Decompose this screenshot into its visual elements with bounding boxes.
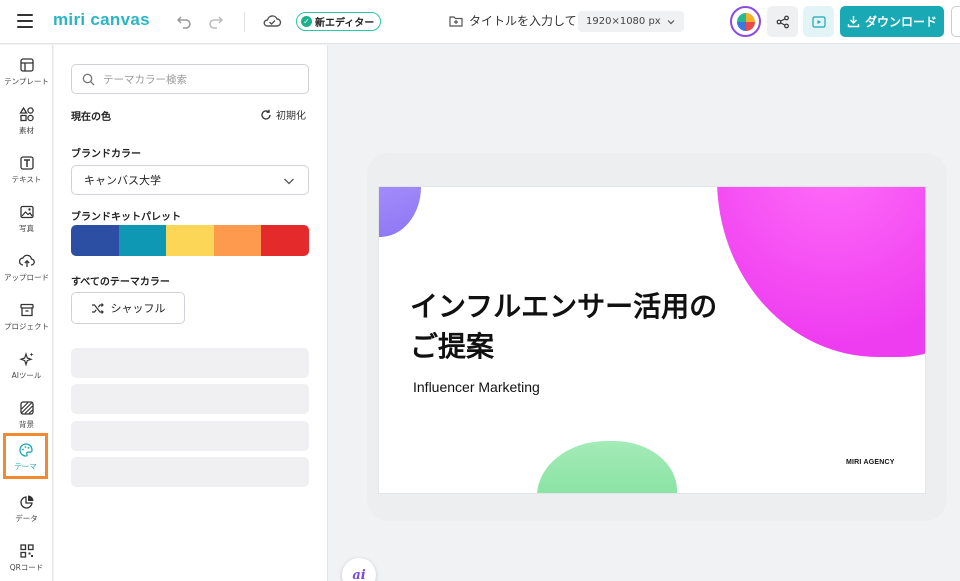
upload-icon bbox=[18, 254, 35, 267]
share-icon bbox=[776, 15, 789, 28]
palette-swatch[interactable] bbox=[118, 225, 167, 256]
reset-label: 初期化 bbox=[276, 111, 306, 122]
canvas-area[interactable]: インフルエンサー活用の ご提案 Influencer Marketing MIR… bbox=[329, 45, 960, 581]
theme-placeholder bbox=[71, 348, 309, 378]
theme-placeholder bbox=[71, 421, 309, 451]
rail-label: 素材 bbox=[19, 126, 34, 135]
rail-label: テキスト bbox=[11, 175, 42, 184]
canvas-size-value: 1920×1080 px bbox=[586, 16, 661, 27]
search-icon bbox=[82, 73, 95, 85]
new-editor-badge[interactable]: ✓ 新エディター bbox=[296, 12, 382, 31]
brand-kit-palette[interactable] bbox=[71, 225, 309, 256]
download-label: ダウンロード bbox=[864, 15, 937, 29]
new-editor-label: 新エディター bbox=[315, 18, 375, 29]
rail-label: アップロード bbox=[4, 273, 49, 282]
brand-color-label: ブランドカラー bbox=[71, 149, 141, 160]
shuffle-button[interactable]: シャッフル bbox=[71, 292, 185, 324]
palette-swatch[interactable] bbox=[71, 225, 119, 256]
ai-assistant-button[interactable]: ai bbox=[342, 558, 376, 581]
download-icon bbox=[847, 16, 860, 28]
slide-title-line: インフルエンサー活用の bbox=[410, 290, 718, 323]
shuffle-icon bbox=[91, 302, 104, 314]
new-editor-icon: ✓ bbox=[301, 16, 312, 27]
theme-placeholder bbox=[71, 384, 309, 414]
rail-item-qr[interactable]: QRコード bbox=[0, 537, 53, 581]
qr-icon bbox=[19, 544, 34, 558]
photo-icon bbox=[19, 205, 34, 219]
download-button[interactable]: ダウンロード bbox=[840, 6, 944, 37]
slide-title-line: ご提案 bbox=[410, 330, 495, 363]
app-logo[interactable]: miri canvas bbox=[53, 10, 150, 30]
chevron-down-icon bbox=[667, 19, 675, 24]
document-title-text: タイトルを入力して… bbox=[469, 14, 589, 28]
template-icon bbox=[19, 58, 34, 72]
rail-label: プロジェクト bbox=[4, 322, 49, 331]
all-theme-colors-label: すべてのテーマカラー bbox=[71, 277, 170, 288]
rail-item-theme[interactable]: テーマ bbox=[3, 433, 48, 479]
palette-swatch[interactable] bbox=[261, 225, 309, 256]
menu-icon[interactable] bbox=[17, 14, 33, 28]
folder-icon bbox=[449, 15, 463, 27]
elements-icon bbox=[18, 106, 34, 122]
user-avatar[interactable] bbox=[730, 6, 761, 37]
project-icon bbox=[19, 303, 34, 317]
rail-item-template[interactable]: テンプレート bbox=[0, 51, 53, 95]
top-bar: miri canvas ✓ 新エディター タイトルを入力して… 1920×108… bbox=[0, 0, 960, 44]
brand-select[interactable]: キャンバス大学 bbox=[71, 165, 309, 195]
play-icon bbox=[811, 15, 826, 28]
document-title[interactable]: タイトルを入力して… bbox=[449, 12, 589, 29]
green-blob-shape[interactable] bbox=[537, 441, 677, 493]
left-rail: テンプレート 素材 テキスト 写真 アップロード プロジェクト AIツール 背景… bbox=[0, 45, 53, 581]
rail-item-background[interactable]: 背景 bbox=[0, 394, 53, 438]
rail-label: 背景 bbox=[19, 420, 34, 429]
search-placeholder: テーマカラー検索 bbox=[103, 73, 187, 86]
rail-label: テーマ bbox=[14, 462, 37, 471]
theme-panel: テーマカラー検索 現在の色 初期化 ブランドカラー キャンバス大学 ブランドキッ… bbox=[54, 45, 328, 581]
refresh-icon bbox=[261, 109, 271, 120]
data-icon bbox=[19, 495, 33, 509]
shuffle-label: シャッフル bbox=[110, 302, 166, 315]
ai-tools-icon bbox=[18, 352, 33, 367]
share-button[interactable] bbox=[767, 6, 798, 37]
current-color-label: 現在の色 bbox=[71, 112, 111, 123]
rail-label: データ bbox=[15, 514, 38, 523]
rail-item-data[interactable]: データ bbox=[0, 488, 53, 532]
rail-item-upload[interactable]: アップロード bbox=[0, 247, 53, 291]
palette-swatch[interactable] bbox=[213, 225, 262, 256]
text-icon bbox=[19, 156, 34, 170]
cloud-save-icon[interactable] bbox=[262, 11, 282, 31]
rail-label: QRコード bbox=[9, 563, 44, 572]
background-icon bbox=[19, 401, 34, 415]
divider bbox=[244, 12, 245, 32]
avatar-logo-icon bbox=[736, 12, 755, 31]
rail-label: AIツール bbox=[11, 371, 42, 380]
rail-item-elements[interactable]: 素材 bbox=[0, 100, 53, 144]
brand-kit-label: ブランドキットパレット bbox=[71, 212, 181, 223]
slide[interactable]: インフルエンサー活用の ご提案 Influencer Marketing MIR… bbox=[379, 187, 925, 493]
rail-item-ai-tools[interactable]: AIツール bbox=[0, 345, 53, 389]
palette-swatch[interactable] bbox=[166, 225, 214, 256]
overflow-button[interactable] bbox=[951, 6, 960, 37]
redo-icon[interactable] bbox=[208, 13, 224, 29]
purple-blob-shape[interactable] bbox=[379, 187, 421, 237]
slide-title[interactable]: インフルエンサー活用の ご提案 bbox=[410, 287, 770, 367]
rail-label: 写真 bbox=[19, 224, 34, 233]
slide-subtitle[interactable]: Influencer Marketing bbox=[413, 379, 540, 395]
ai-icon: ai bbox=[352, 567, 366, 581]
canvas-size-select[interactable]: 1920×1080 px bbox=[578, 11, 684, 32]
reset-button[interactable]: 初期化 bbox=[260, 107, 306, 122]
slide-agency[interactable]: MIRI AGENCY bbox=[846, 459, 895, 466]
theme-search-input[interactable]: テーマカラー検索 bbox=[71, 64, 309, 94]
undo-icon[interactable] bbox=[176, 13, 192, 29]
chevron-down-icon bbox=[284, 178, 294, 185]
rail-item-photo[interactable]: 写真 bbox=[0, 198, 53, 242]
brand-select-value: キャンバス大学 bbox=[84, 174, 161, 187]
rail-label: テンプレート bbox=[4, 77, 49, 86]
rail-item-project[interactable]: プロジェクト bbox=[0, 296, 53, 340]
rail-item-text[interactable]: テキスト bbox=[0, 149, 53, 193]
theme-placeholder bbox=[71, 457, 309, 487]
theme-icon bbox=[18, 443, 33, 457]
present-button[interactable] bbox=[803, 6, 834, 37]
